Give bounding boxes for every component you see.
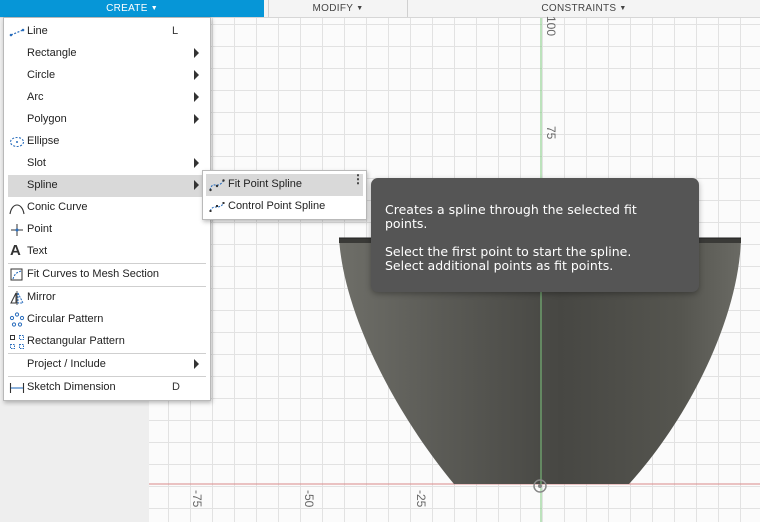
menu-item-label: Control Point Spline <box>228 200 326 212</box>
shortcut-label: L <box>172 25 179 37</box>
menu-item-line[interactable]: Line L <box>4 21 210 43</box>
menu-item-sketch-dimension[interactable]: Sketch Dimension D <box>4 377 210 399</box>
menu-item-label: Project / Include <box>27 358 106 370</box>
menu-item-mirror[interactable]: Mirror <box>4 287 210 309</box>
menu-item-label: Rectangular Pattern <box>27 335 125 347</box>
menu-item-label: Arc <box>27 91 44 103</box>
axis-label-h-m75: -75 <box>190 490 204 508</box>
create-dropdown-menu: Line L Rectangle Circle Arc Polygon Elli… <box>3 17 211 401</box>
axis-label-v-75: 75 <box>544 126 558 140</box>
toolbar: CREATE ▼ MODIFY ▼ CONSTRAINTS ▼ <box>0 0 760 18</box>
ellipse-icon <box>9 136 25 148</box>
menu-item-fit-curves[interactable]: Fit Curves to Mesh Section <box>4 264 210 286</box>
menu-item-control-point-spline[interactable]: Control Point Spline <box>203 196 366 218</box>
caret-down-icon: ▼ <box>619 5 627 12</box>
tooltip-instruction-2: Select additional points as fit points. <box>385 258 614 273</box>
menu-item-label: Fit Point Spline <box>228 178 302 190</box>
menu-item-slot[interactable]: Slot <box>4 153 210 175</box>
caret-down-icon: ▼ <box>150 5 158 12</box>
fit-point-spline-icon <box>209 179 225 192</box>
submenu-arrow-icon <box>194 70 199 80</box>
menu-item-label: Slot <box>27 157 46 169</box>
menu-item-conic-curve[interactable]: Conic Curve <box>4 197 210 219</box>
menu-item-label: Polygon <box>27 113 67 125</box>
axis-label-v-top: 100 <box>544 16 558 37</box>
point-icon <box>11 224 23 236</box>
line-icon <box>9 28 25 37</box>
menu-item-label: Fit Curves to Mesh Section <box>27 268 160 280</box>
sketch-dimension-icon <box>9 383 25 393</box>
create-label: CREATE <box>106 3 148 14</box>
text-icon: A <box>10 242 21 259</box>
fit-curves-icon <box>10 268 23 281</box>
menu-item-circle[interactable]: Circle <box>4 65 210 87</box>
submenu-arrow-icon <box>194 48 199 58</box>
menu-item-polygon[interactable]: Polygon <box>4 109 210 131</box>
menu-item-label: Rectangle <box>27 47 77 59</box>
modify-label: MODIFY <box>312 3 354 14</box>
mirror-icon <box>10 291 24 305</box>
menu-item-fit-point-spline[interactable]: Fit Point Spline ⋮ <box>206 173 364 196</box>
shortcut-label: D <box>172 381 180 393</box>
menu-item-label: Mirror <box>27 291 56 303</box>
menu-item-text[interactable]: A Text <box>4 241 210 263</box>
menu-item-point[interactable]: Point <box>4 219 210 241</box>
submenu-arrow-icon <box>194 359 199 369</box>
spline-submenu: Fit Point Spline ⋮ Control Point Spline <box>202 170 367 220</box>
submenu-arrow-icon <box>194 114 199 124</box>
menu-item-circular-pattern[interactable]: Circular Pattern <box>4 309 210 331</box>
menu-item-label: Line <box>27 25 48 37</box>
modify-menu-button[interactable]: MODIFY ▼ <box>269 0 407 17</box>
tooltip-description: Creates a spline through the selected fi… <box>385 202 637 231</box>
rectangular-pattern-icon <box>10 335 24 349</box>
constraints-menu-button[interactable]: CONSTRAINTS ▼ <box>408 0 760 17</box>
constraints-label: CONSTRAINTS <box>541 3 617 14</box>
menu-item-rectangular-pattern[interactable]: Rectangular Pattern <box>4 331 210 353</box>
menu-item-label: Spline <box>27 179 58 191</box>
menu-item-label: Ellipse <box>27 135 60 147</box>
menu-item-label: Sketch Dimension <box>27 381 116 393</box>
tooltip-instruction-1: Select the first point to start the spli… <box>385 244 632 259</box>
menu-item-ellipse[interactable]: Ellipse <box>4 131 210 153</box>
menu-item-project-include[interactable]: Project / Include <box>4 354 210 376</box>
axis-label-h-m50: -50 <box>302 490 316 508</box>
more-options-icon[interactable]: ⋮ <box>352 173 364 185</box>
submenu-arrow-icon <box>194 158 199 168</box>
menu-item-spline[interactable]: Spline <box>8 175 206 197</box>
menu-item-label: Text <box>27 245 48 257</box>
menu-item-label: Conic Curve <box>27 201 88 213</box>
menu-item-rectangle[interactable]: Rectangle <box>4 43 210 65</box>
command-tooltip: Creates a spline through the selected fi… <box>371 178 699 292</box>
menu-item-label: Circle <box>27 69 56 81</box>
conic-curve-icon <box>9 204 25 215</box>
create-menu-button[interactable]: CREATE ▼ <box>0 0 264 17</box>
submenu-arrow-icon <box>194 180 199 190</box>
control-point-spline-icon <box>209 202 225 212</box>
menu-item-label: Circular Pattern <box>27 313 104 325</box>
menu-item-arc[interactable]: Arc <box>4 87 210 109</box>
circular-pattern-icon <box>9 312 25 327</box>
menu-item-label: Point <box>27 223 53 235</box>
axis-label-h-m25: -25 <box>414 490 428 508</box>
submenu-arrow-icon <box>194 92 199 102</box>
caret-down-icon: ▼ <box>356 5 364 12</box>
